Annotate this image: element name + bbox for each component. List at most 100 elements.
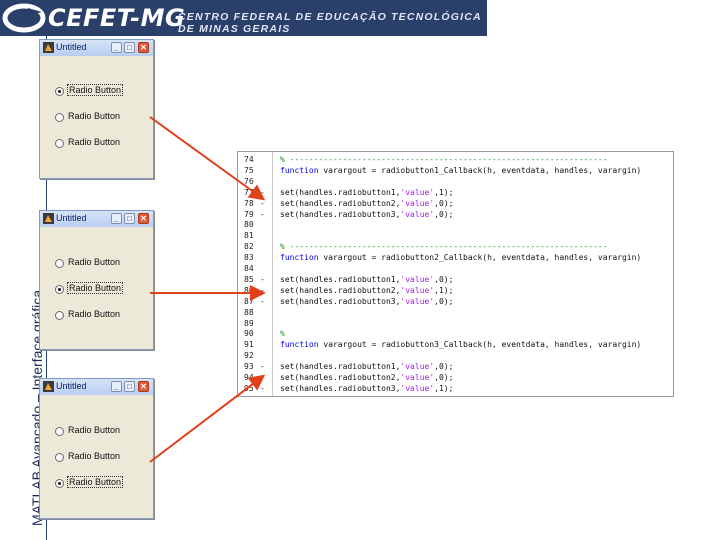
code-text[interactable]: % --------------------------------------… xyxy=(280,242,608,251)
code-text[interactable]: function varargout = radiobutton2_Callba… xyxy=(280,253,641,262)
radio-label: Radio Button xyxy=(68,309,121,319)
brand-subtitle: CENTRO FEDERAL DE EDUCAÇÃO TECNOLÓGICA D… xyxy=(178,11,482,35)
radio-label: Radio Button xyxy=(67,282,124,294)
code-line[interactable]: 75 function varargout = radiobutton1_Call… xyxy=(238,166,673,175)
radio-dot[interactable] xyxy=(55,427,64,436)
window-titlebar[interactable]: Untitled _ □ ✕ xyxy=(40,211,153,227)
breakpoint-marker[interactable]: - xyxy=(260,199,265,208)
code-line[interactable]: 83 function varargout = radiobutton2_Call… xyxy=(238,253,673,262)
figure-window-2[interactable]: Untitled _ □ ✕ Radio Button Radio Button… xyxy=(39,210,154,350)
radio-label: Radio Button xyxy=(68,451,121,461)
code-text[interactable]: set(handles.radiobutton3,'value',1); xyxy=(280,384,453,393)
breakpoint-marker[interactable]: - xyxy=(260,286,265,295)
code-text[interactable]: set(handles.radiobutton1,'value',1); xyxy=(280,188,453,197)
line-number: 82 xyxy=(244,242,254,252)
radio-dot[interactable] xyxy=(55,453,64,462)
breakpoint-marker[interactable]: - xyxy=(260,297,265,306)
radio-dot[interactable] xyxy=(55,87,64,96)
breakpoint-marker[interactable]: - xyxy=(260,362,265,371)
maximize-icon[interactable]: □ xyxy=(124,381,135,392)
code-line[interactable]: 88 xyxy=(238,308,673,317)
code-text[interactable]: set(handles.radiobutton2,'value',1); xyxy=(280,286,453,295)
code-line[interactable]: 90% xyxy=(238,329,673,338)
code-text[interactable]: function varargout = radiobutton1_Callba… xyxy=(280,166,641,175)
radio-dot[interactable] xyxy=(55,259,64,268)
line-number: 84 xyxy=(244,264,254,273)
code-line[interactable]: 85- set(handles.radiobutton1,'value',0); xyxy=(238,275,673,284)
line-number: 81 xyxy=(244,231,254,241)
code-text[interactable]: set(handles.radiobutton1,'value',0); xyxy=(280,362,453,371)
code-line[interactable]: 89 xyxy=(238,319,673,328)
matlab-figure-icon xyxy=(43,42,54,53)
line-number: 92 xyxy=(244,351,254,361)
radio-label: Radio Button xyxy=(68,137,121,147)
line-number: 76 xyxy=(244,176,254,186)
code-line[interactable]: 78- set(handles.radiobutton2,'value',0); xyxy=(238,199,673,208)
minimize-icon[interactable]: _ xyxy=(111,381,122,392)
close-icon[interactable]: ✕ xyxy=(138,381,149,392)
code-line[interactable]: 86- set(handles.radiobutton2,'value',1); xyxy=(238,286,673,295)
close-icon[interactable]: ✕ xyxy=(138,213,149,224)
code-line[interactable]: 76 xyxy=(238,177,673,186)
code-text[interactable]: set(handles.radiobutton2,'value',0); xyxy=(280,199,453,208)
code-line[interactable]: 80 xyxy=(238,220,673,229)
header-banner: CEFET-MG CENTRO FEDERAL DE EDUCAÇÃO TECN… xyxy=(0,0,487,36)
code-line[interactable]: 95- set(handles.radiobutton3,'value',1); xyxy=(238,384,673,393)
minimize-icon[interactable]: _ xyxy=(111,42,122,53)
close-icon[interactable]: ✕ xyxy=(138,42,149,53)
code-text[interactable]: set(handles.radiobutton3,'value',0); xyxy=(280,210,453,219)
window-title: Untitled xyxy=(56,213,87,223)
code-text[interactable]: set(handles.radiobutton1,'value',0); xyxy=(280,275,453,284)
breakpoint-marker[interactable]: - xyxy=(260,384,265,393)
line-number: 88 xyxy=(244,307,254,317)
radio-dot[interactable] xyxy=(55,139,64,148)
breakpoint-marker[interactable]: - xyxy=(260,188,265,197)
line-number: 91 xyxy=(244,340,254,350)
matlab-figure-icon xyxy=(43,381,54,392)
radio-dot[interactable] xyxy=(55,479,64,488)
brand-name: CEFET-MG xyxy=(48,4,186,32)
radio-dot[interactable] xyxy=(55,113,64,122)
code-line[interactable]: 94- set(handles.radiobutton2,'value',0); xyxy=(238,373,673,382)
code-line[interactable]: 77- set(handles.radiobutton1,'value',1); xyxy=(238,188,673,197)
radio-label: Radio Button xyxy=(67,476,124,488)
code-line[interactable]: 79- set(handles.radiobutton3,'value',0); xyxy=(238,210,673,219)
figure-window-3[interactable]: Untitled _ □ ✕ Radio Button Radio Button… xyxy=(39,378,154,519)
code-line[interactable]: 93- set(handles.radiobutton1,'value',0); xyxy=(238,362,673,371)
radio-dot[interactable] xyxy=(55,311,64,320)
code-line[interactable]: 84 xyxy=(238,264,673,273)
breakpoint-marker[interactable]: - xyxy=(260,373,265,382)
line-number: 75 xyxy=(244,165,254,175)
code-editor[interactable]: 74 % ------------------------------------… xyxy=(237,151,674,397)
radio-label: Radio Button xyxy=(68,257,121,267)
radio-label: Radio Button xyxy=(67,84,124,96)
breakpoint-marker[interactable]: - xyxy=(260,210,265,219)
window-titlebar[interactable]: Untitled _ □ ✕ xyxy=(40,379,153,395)
matlab-figure-icon xyxy=(43,213,54,224)
code-line[interactable]: 92 xyxy=(238,351,673,360)
line-number: 74 xyxy=(244,155,254,164)
line-number: 90 xyxy=(244,329,254,339)
window-titlebar[interactable]: Untitled _ □ ✕ xyxy=(40,40,153,56)
code-text[interactable]: % xyxy=(280,329,285,338)
maximize-icon[interactable]: □ xyxy=(124,213,135,224)
code-text[interactable]: function varargout = radiobutton3_Callba… xyxy=(280,340,641,349)
code-text[interactable]: set(handles.radiobutton2,'value',0); xyxy=(280,373,453,382)
line-number: 89 xyxy=(244,318,254,328)
code-line[interactable]: 91 function varargout = radiobutton3_Call… xyxy=(238,340,673,349)
code-text[interactable]: set(handles.radiobutton3,'value',0); xyxy=(280,297,453,306)
window-title: Untitled xyxy=(56,42,87,52)
breakpoint-marker[interactable]: - xyxy=(260,275,265,284)
maximize-icon[interactable]: □ xyxy=(124,42,135,53)
code-line[interactable]: 81 xyxy=(238,231,673,240)
code-text[interactable]: % --------------------------------------… xyxy=(280,155,608,164)
radio-dot[interactable] xyxy=(55,285,64,294)
radio-label: Radio Button xyxy=(68,425,121,435)
code-line[interactable]: 87- set(handles.radiobutton3,'value',0); xyxy=(238,297,673,306)
radio-label: Radio Button xyxy=(68,111,121,121)
cefet-logo-icon xyxy=(2,3,46,33)
minimize-icon[interactable]: _ xyxy=(111,213,122,224)
code-line[interactable]: 82 % ------------------------------------… xyxy=(238,242,673,251)
code-line[interactable]: 74 % ------------------------------------… xyxy=(238,155,673,164)
figure-window-1[interactable]: Untitled _ □ ✕ Radio Button Radio Button… xyxy=(39,39,154,179)
